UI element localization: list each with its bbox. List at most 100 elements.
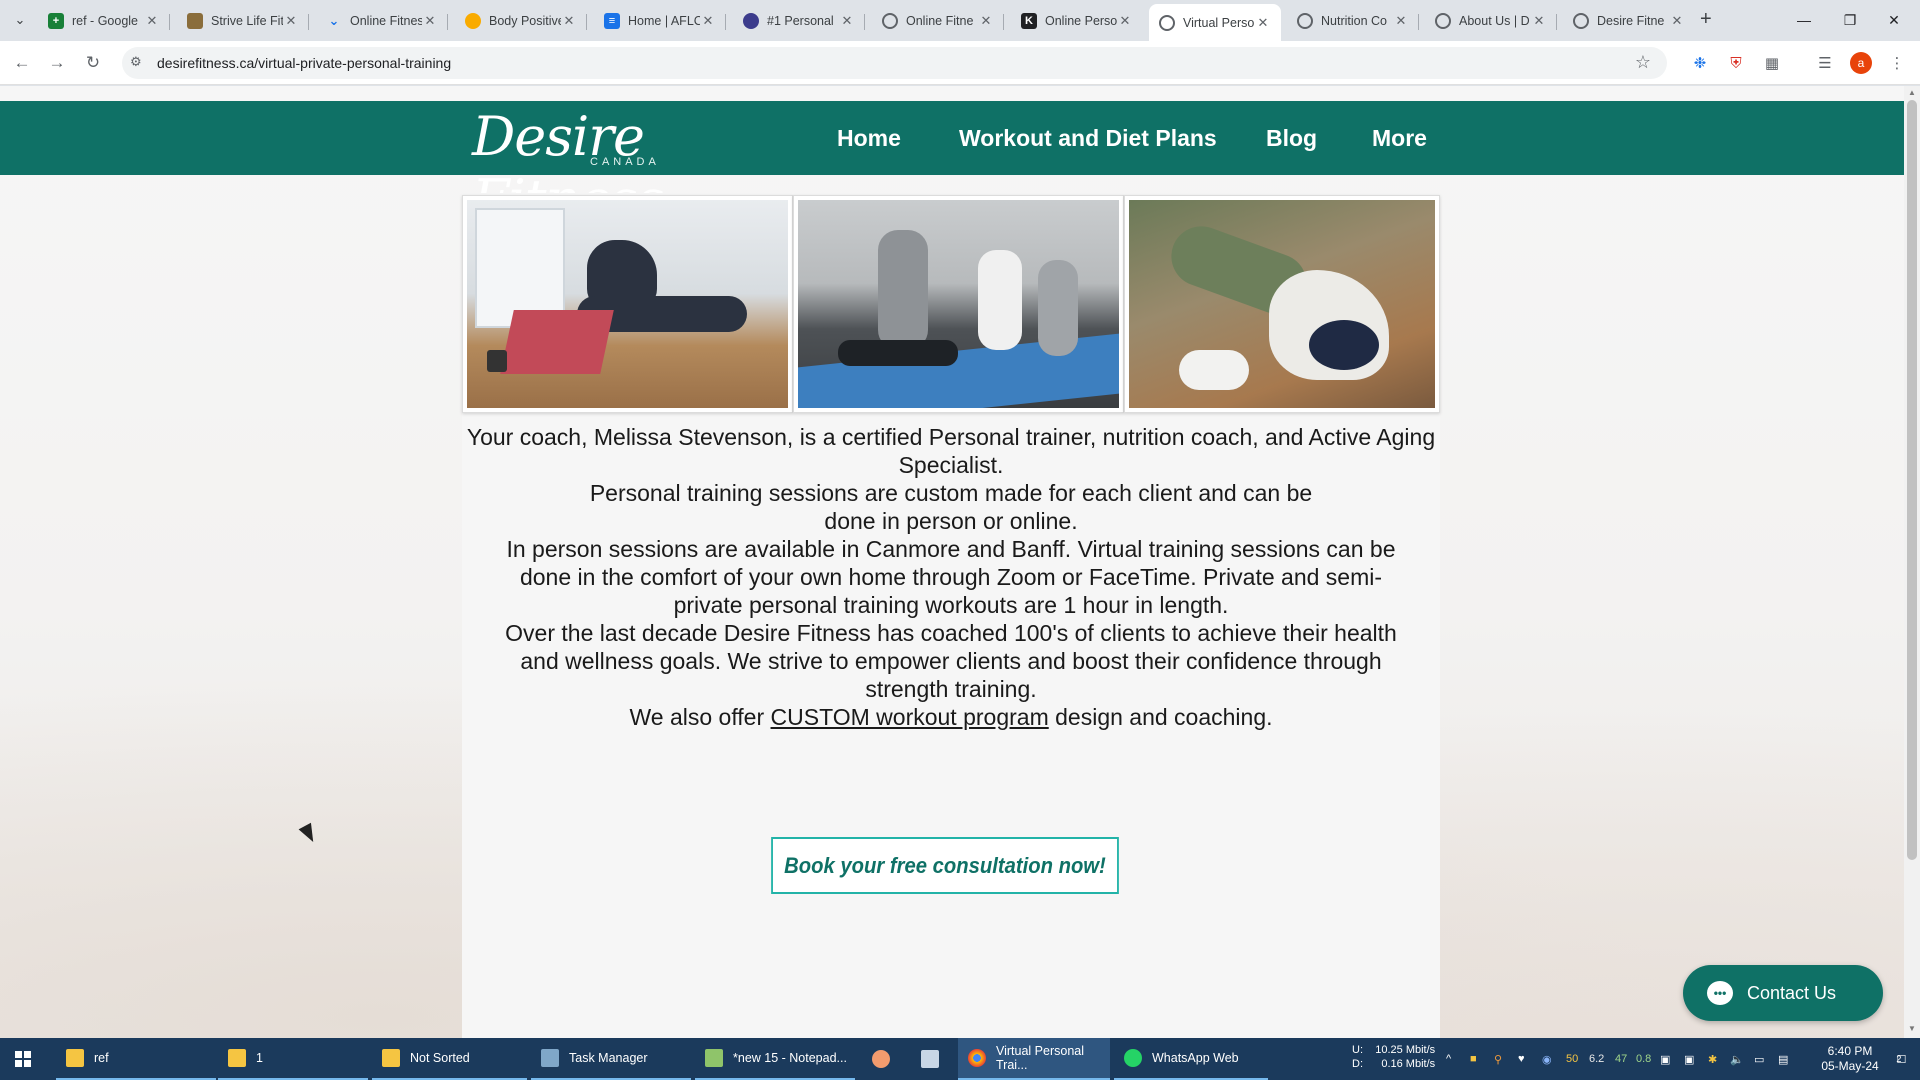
- url-text[interactable]: desirefitness.ca/virtual-private-persona…: [157, 55, 451, 71]
- folder-icon: [228, 1049, 246, 1067]
- taskbar-task-manager[interactable]: Task Manager: [531, 1038, 691, 1080]
- taskbar-folder-ref[interactable]: ref: [56, 1038, 216, 1080]
- site-info-icon[interactable]: ⚙: [130, 54, 142, 70]
- taskbar-app-document[interactable]: [911, 1038, 949, 1080]
- back-button[interactable]: ←: [10, 51, 34, 75]
- tab-nutrition[interactable]: Nutrition Co ✕: [1287, 6, 1419, 36]
- nav-workout-diet-plans[interactable]: Workout and Diet Plans: [959, 125, 1217, 152]
- close-icon[interactable]: ✕: [1393, 13, 1409, 29]
- tray-search-icon[interactable]: ⚲: [1494, 1038, 1502, 1080]
- battery-icon[interactable]: ▭: [1754, 1038, 1764, 1080]
- download-speed: 0.16 Mbit/s: [1381, 1058, 1436, 1070]
- tab-personal[interactable]: #1 Personal ✕: [733, 6, 865, 36]
- media-control-icon[interactable]: ☰: [1814, 52, 1836, 74]
- tray-globe-icon[interactable]: ◉: [1542, 1038, 1552, 1080]
- tray-chevron-icon[interactable]: ^: [1446, 1038, 1451, 1080]
- taskbar-whatsapp[interactable]: WhatsApp Web: [1114, 1038, 1268, 1080]
- globe-icon: [1297, 13, 1313, 29]
- extension-icon[interactable]: ❉: [1689, 52, 1711, 74]
- download-label: D:: [1352, 1058, 1363, 1070]
- notepad-plus-icon: [705, 1049, 723, 1067]
- upload-label: U:: [1352, 1044, 1363, 1056]
- tab-search-icon[interactable]: ⌄: [8, 8, 32, 32]
- tab-strive[interactable]: Strive Life Fit ✕: [177, 6, 309, 36]
- taskbar-label: Not Sorted: [410, 1051, 470, 1065]
- taskbar-label: ref: [94, 1051, 109, 1065]
- network-speed: U: 10.25 Mbit/s D: 0.16 Mbit/s: [1352, 1043, 1435, 1071]
- tab-online-perso[interactable]: K Online Perso ✕: [1011, 6, 1143, 36]
- scroll-down-icon[interactable]: ▼: [1907, 1024, 1917, 1033]
- profile-avatar[interactable]: a: [1850, 52, 1872, 74]
- network-icon[interactable]: ▤: [1778, 1038, 1788, 1080]
- address-bar[interactable]: ⚙ desirefitness.ca/virtual-private-perso…: [122, 47, 1667, 79]
- site-logo[interactable]: Desire Fitness CANADA: [472, 105, 772, 231]
- nav-home[interactable]: Home: [837, 125, 901, 152]
- system-clock[interactable]: 6:40 PM 05-May-24: [1816, 1044, 1884, 1074]
- custom-program-text-before: We also offer: [629, 704, 771, 730]
- close-icon[interactable]: ✕: [283, 13, 299, 29]
- scroll-thumb[interactable]: [1907, 100, 1917, 860]
- site-favicon-icon: [187, 13, 203, 29]
- tray-monitor-icon[interactable]: ▣: [1660, 1038, 1670, 1080]
- close-window-button[interactable]: ✕: [1866, 0, 1920, 40]
- tray-monitor2-icon[interactable]: ▣: [1684, 1038, 1694, 1080]
- tab-ref[interactable]: + ref - Google ✕: [38, 6, 170, 36]
- nav-blog[interactable]: Blog: [1266, 125, 1317, 152]
- close-icon[interactable]: ✕: [144, 13, 160, 29]
- scroll-up-icon[interactable]: ▲: [1907, 88, 1917, 97]
- page-scrollbar[interactable]: ▲ ▼: [1904, 86, 1920, 1038]
- logo-subtext: CANADA: [590, 156, 660, 168]
- tab-online-fitness[interactable]: ⌄ Online Fitnes ✕: [316, 6, 448, 36]
- close-icon[interactable]: ✕: [422, 13, 438, 29]
- taskbar-label: Virtual Personal Trai...: [996, 1044, 1085, 1072]
- tab-title: Home | AFLC: [628, 14, 700, 28]
- bookmark-star-icon[interactable]: ☆: [1635, 52, 1651, 73]
- tab-body-positive[interactable]: Body Positive ✕: [455, 6, 587, 36]
- clock-date: 05-May-24: [1821, 1059, 1879, 1073]
- close-icon[interactable]: ✕: [839, 13, 855, 29]
- close-icon[interactable]: ✕: [1255, 15, 1271, 31]
- globe-icon: [882, 13, 898, 29]
- close-icon[interactable]: ✕: [1117, 13, 1133, 29]
- tray-folder-icon[interactable]: ■: [1470, 1038, 1477, 1080]
- close-icon[interactable]: ✕: [978, 13, 994, 29]
- taskbar-chrome[interactable]: Virtual Personal Trai...: [958, 1038, 1110, 1080]
- contact-us-button[interactable]: ••• Contact Us: [1683, 965, 1883, 1021]
- tab-online-fitne[interactable]: Online Fitne ✕: [872, 6, 1004, 36]
- tab-about-us[interactable]: About Us | D ✕: [1425, 6, 1557, 36]
- start-button[interactable]: [0, 1038, 46, 1080]
- tab-desire-fitness[interactable]: Desire Fitne ✕: [1563, 6, 1695, 36]
- close-icon[interactable]: ✕: [1669, 13, 1685, 29]
- close-icon[interactable]: ✕: [1531, 13, 1547, 29]
- close-icon[interactable]: ✕: [561, 13, 577, 29]
- nav-more[interactable]: More: [1372, 125, 1427, 152]
- taskbar-folder-not-sorted[interactable]: Not Sorted: [372, 1038, 527, 1080]
- custom-workout-program-link[interactable]: CUSTOM workout program: [771, 704, 1049, 730]
- menu-kebab-icon[interactable]: ⋮: [1886, 52, 1908, 74]
- tab-virtual-perso-active[interactable]: Virtual Perso ✕: [1149, 4, 1281, 41]
- main-content: Your coach, Melissa Stevenson, is a cert…: [462, 193, 1440, 1038]
- volume-icon[interactable]: 🔈: [1730, 1038, 1744, 1080]
- extensions-puzzle-icon[interactable]: ▦: [1761, 52, 1783, 74]
- paragraph-custom-program: We also offer CUSTOM workout program des…: [462, 703, 1440, 731]
- tab-strip: ⌄ + ref - Google ✕ Strive Life Fit ✕ ⌄ O…: [0, 0, 1920, 41]
- new-tab-button[interactable]: +: [1700, 8, 1712, 31]
- tab-aflc[interactable]: ≡ Home | AFLC ✕: [594, 6, 726, 36]
- taskbar-notepad[interactable]: *new 15 - Notepad...: [695, 1038, 855, 1080]
- taskbar-folder-1[interactable]: 1: [218, 1038, 368, 1080]
- taskbar-app-emoji[interactable]: [862, 1038, 900, 1080]
- shield-extension-icon[interactable]: ⛨: [1725, 52, 1747, 74]
- reload-button[interactable]: ↻: [81, 51, 105, 75]
- folder-icon: [382, 1049, 400, 1067]
- windows-taskbar: ref 1 Not Sorted Task Manager *new 15 - …: [0, 1038, 1920, 1080]
- taskbar-label: WhatsApp Web: [1152, 1051, 1239, 1065]
- book-consultation-button[interactable]: Book your free consultation now!: [771, 837, 1119, 894]
- tab-title: Nutrition Co: [1321, 14, 1387, 28]
- close-icon[interactable]: ✕: [700, 13, 716, 29]
- tab-title: Body Positive: [489, 14, 561, 28]
- forward-button[interactable]: →: [45, 51, 69, 75]
- site-favicon-icon: ≡: [604, 13, 620, 29]
- tray-widget-icon[interactable]: ✱: [1708, 1038, 1717, 1080]
- notifications-button[interactable]: ☐ 2: [1884, 1038, 1914, 1080]
- tray-app-icon[interactable]: ♥: [1518, 1038, 1525, 1080]
